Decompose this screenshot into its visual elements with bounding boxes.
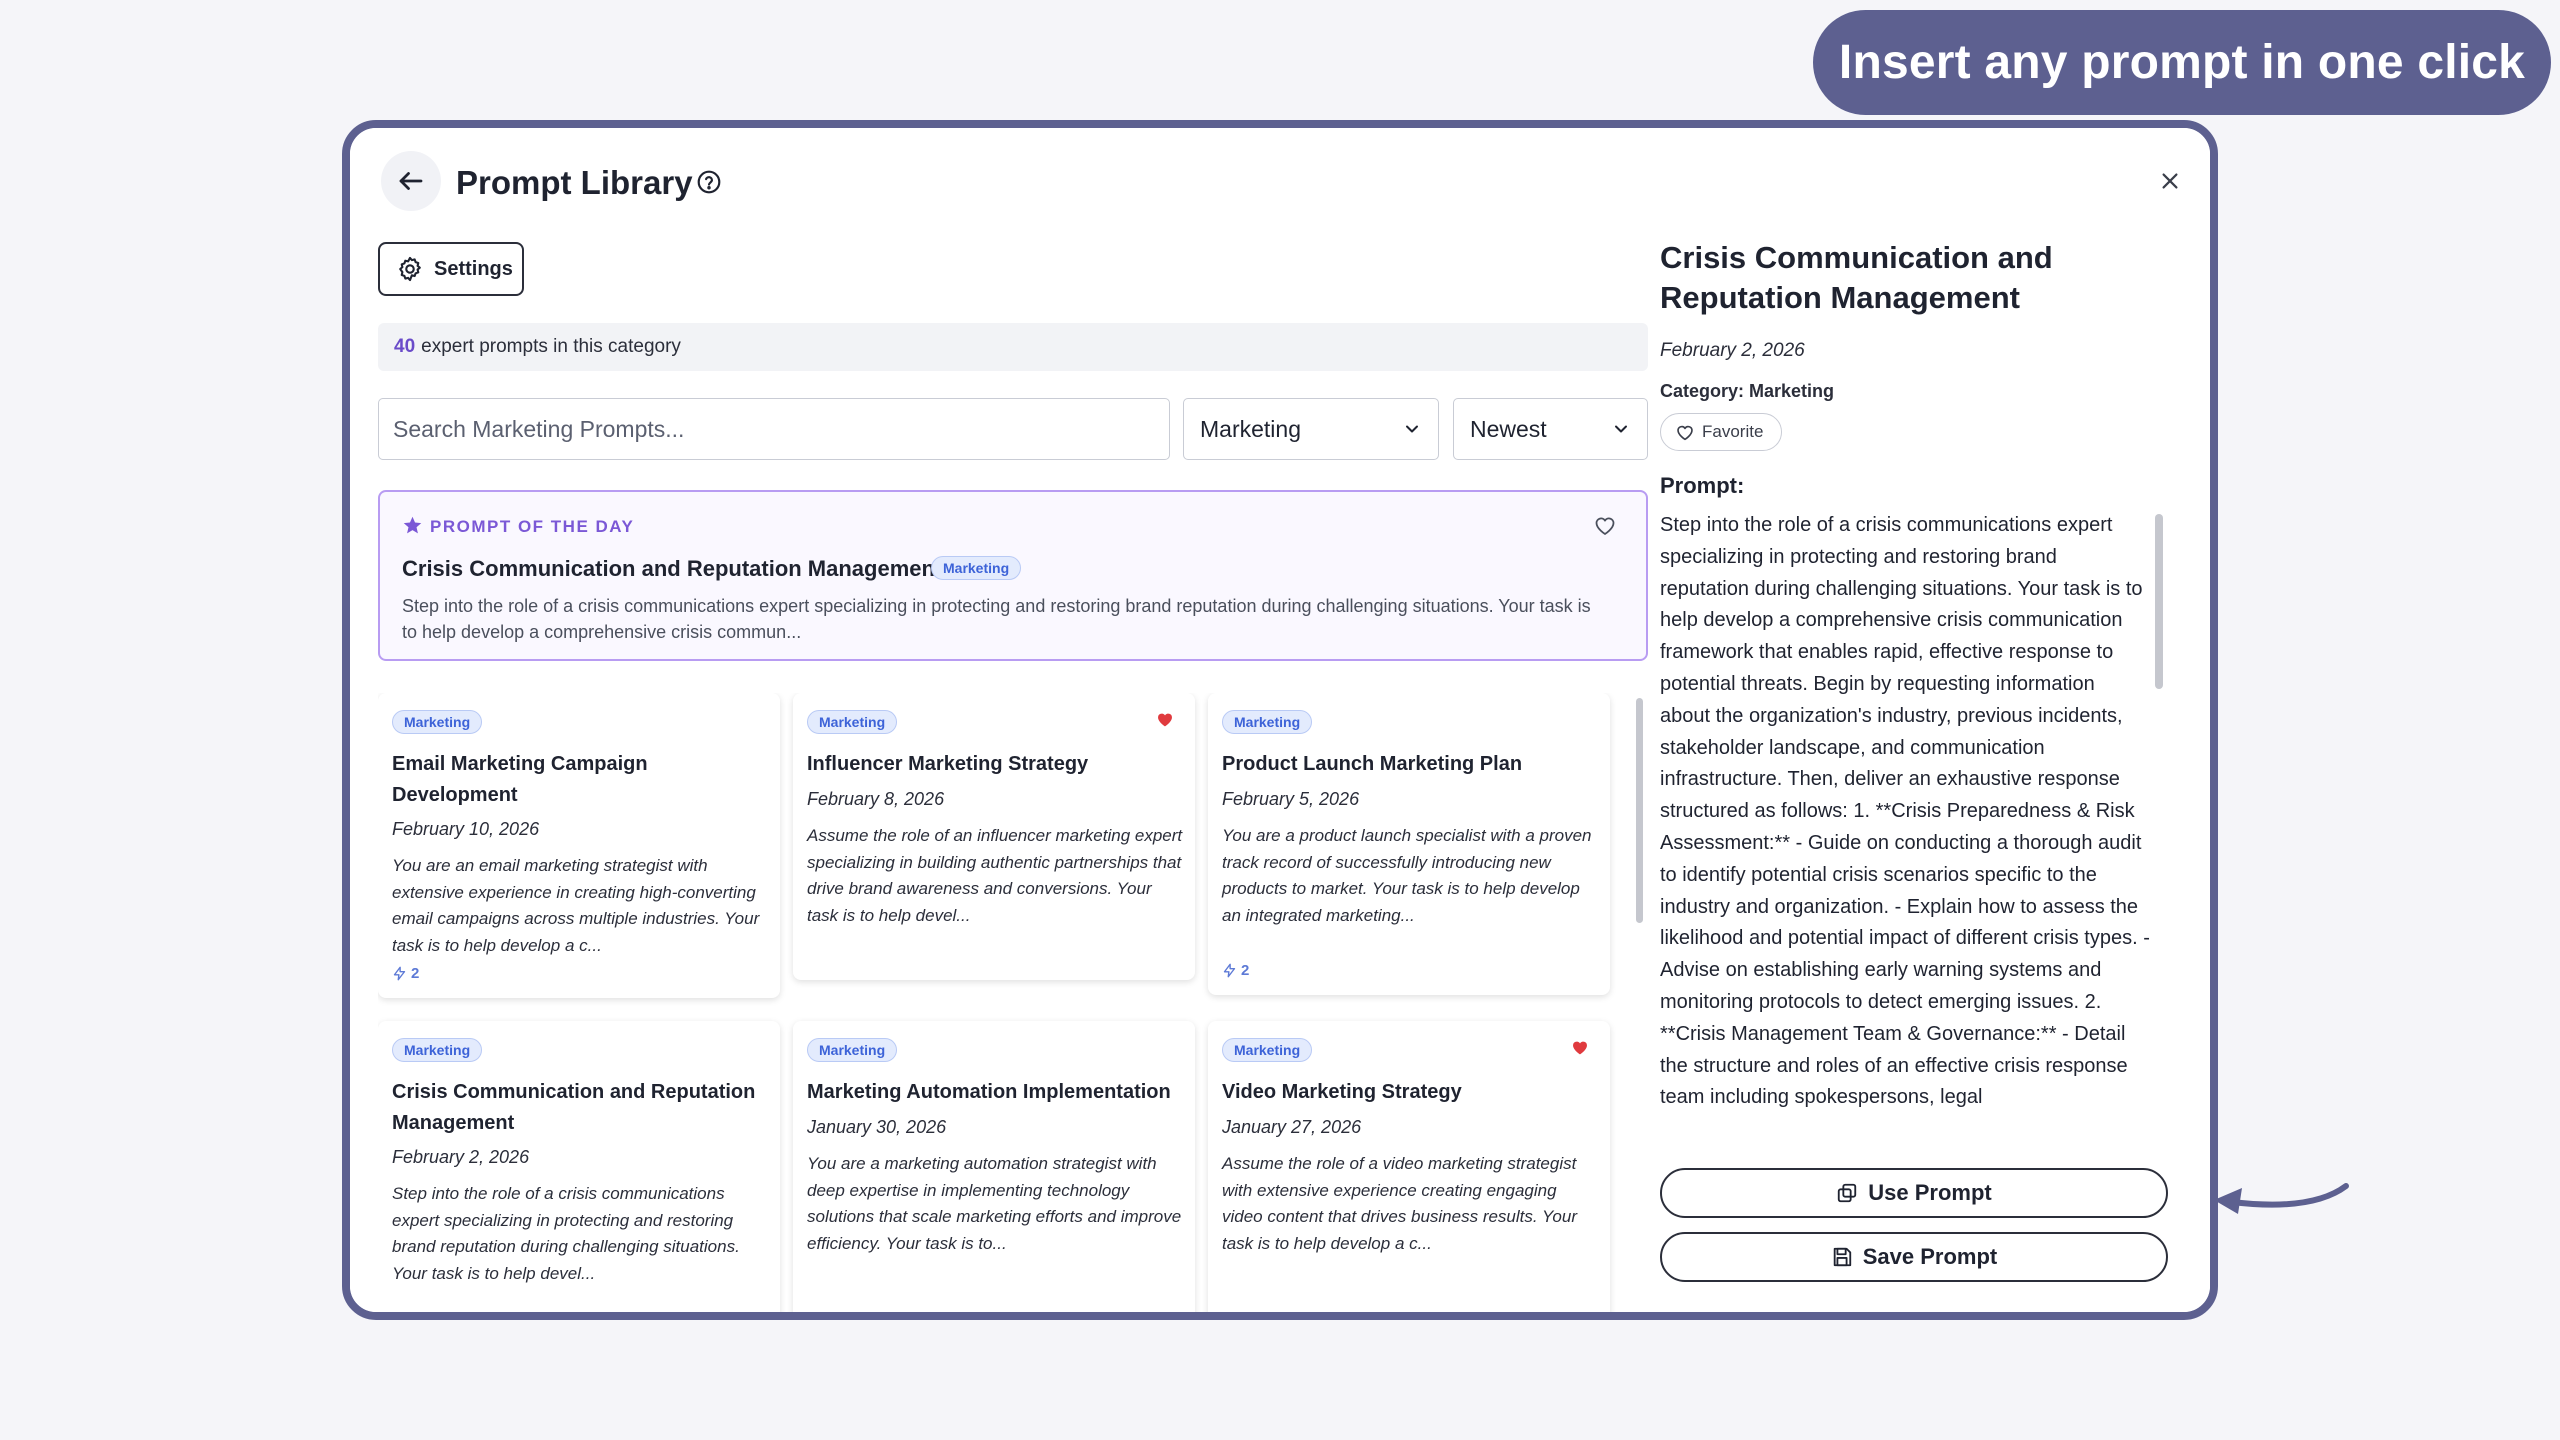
lightning-icon xyxy=(1223,963,1236,978)
category-badge: Marketing xyxy=(392,1038,483,1062)
use-prompt-button[interactable]: Use Prompt xyxy=(1660,1168,2168,1218)
use-prompt-label: Use Prompt xyxy=(1868,1180,1992,1205)
card-desc: Assume the role of an influencer marketi… xyxy=(807,826,1183,925)
card-title: Video Marketing Strategy xyxy=(1222,1081,1462,1103)
prompt-count-text: expert prompts in this category xyxy=(421,336,681,357)
card-date: February 10, 2026 xyxy=(392,819,540,839)
category-badge: Marketing xyxy=(392,710,483,734)
card-date: January 30, 2026 xyxy=(807,1117,947,1137)
card-title: Crisis Communication and Reputation Mana… xyxy=(392,1081,756,1134)
card-date: February 2, 2026 xyxy=(392,1147,530,1167)
card-date: February 8, 2026 xyxy=(807,789,945,809)
category-badge: Marketing xyxy=(931,556,1022,580)
prompt-card-grid: Marketing Email Marketing Campaign Devel… xyxy=(378,693,1638,1312)
prompt-card[interactable]: Marketing Product Launch Marketing Plan … xyxy=(1208,693,1610,995)
star-icon xyxy=(403,516,422,534)
arrow-left-icon xyxy=(399,172,423,190)
prompt-card[interactable]: Marketing Marketing Automation Implement… xyxy=(793,1021,1195,1312)
help-icon[interactable] xyxy=(696,169,722,195)
close-icon xyxy=(2162,173,2178,189)
category-select[interactable]: Marketing xyxy=(1183,398,1439,460)
prompt-text: Step into the role of a crisis communica… xyxy=(1660,514,2150,1109)
chevron-down-icon xyxy=(1406,425,1418,433)
promo-banner: Insert any prompt in one click xyxy=(1813,10,2551,115)
gear-icon xyxy=(399,256,421,282)
prompt-of-the-day-card[interactable]: PROMPT OF THE DAY Crisis Communication a… xyxy=(378,490,1648,661)
prompt-count-bar: 40 expert prompts in this category xyxy=(378,323,1648,371)
prompt-card[interactable]: Marketing Email Marketing Campaign Devel… xyxy=(378,693,780,998)
prompt-card[interactable]: Marketing Crisis Communication and Reput… xyxy=(378,1021,780,1312)
prompt-of-the-day-label: PROMPT OF THE DAY xyxy=(430,517,635,536)
detail-date: February 2, 2026 xyxy=(1660,340,1805,361)
prompt-library-window: Prompt Library Settings 40 expert prompt… xyxy=(342,120,2218,1320)
card-date: February 5, 2026 xyxy=(1222,789,1360,809)
card-title: Email Marketing Campaign Development xyxy=(392,753,648,806)
detail-title: Crisis Communication and Reputation Mana… xyxy=(1660,240,2053,315)
lightning-icon xyxy=(393,966,406,981)
heart-outline-icon xyxy=(1677,425,1693,441)
heart-outline-icon[interactable] xyxy=(1593,514,1617,536)
prompt-label: Prompt: xyxy=(1660,473,1745,498)
prompt-count: 40 xyxy=(394,336,416,357)
heart-filled-icon[interactable] xyxy=(1155,710,1175,728)
card-desc: Assume the role of a video marketing str… xyxy=(1222,1154,1577,1253)
sort-value: Newest xyxy=(1470,415,1547,442)
prompt-card[interactable]: Marketing Influencer Marketing Strategy … xyxy=(793,693,1195,980)
search-input[interactable] xyxy=(378,398,1170,460)
card-title: Marketing Automation Implementation xyxy=(807,1081,1171,1103)
card-desc: You are a product launch specialist with… xyxy=(1222,826,1592,925)
card-uses-count: 2 xyxy=(411,965,420,982)
page-title: Prompt Library xyxy=(456,164,693,201)
prompt-text-scrollbar[interactable] xyxy=(2155,514,2163,689)
card-uses: 2 xyxy=(392,965,419,982)
category-badge: Marketing xyxy=(1222,710,1313,734)
card-desc: You are a marketing automation strategis… xyxy=(807,1154,1182,1253)
prompt-card[interactable]: Marketing Video Marketing Strategy Janua… xyxy=(1208,1021,1610,1312)
save-prompt-label: Save Prompt xyxy=(1862,1244,1998,1269)
back-button[interactable] xyxy=(381,151,441,211)
card-grid-scrollbar[interactable] xyxy=(1636,698,1643,923)
card-title: Product Launch Marketing Plan xyxy=(1222,753,1523,775)
heart-filled-icon[interactable] xyxy=(1570,1038,1590,1056)
category-badge: Marketing xyxy=(807,1038,898,1062)
card-desc: Step into the role of a crisis communica… xyxy=(392,1184,740,1283)
pointer-arrow-icon xyxy=(2214,1183,2349,1214)
close-button[interactable] xyxy=(2150,161,2190,201)
category-badge: Marketing xyxy=(807,710,898,734)
sort-select[interactable]: Newest xyxy=(1453,398,1648,460)
card-uses: 2 xyxy=(1222,962,1249,979)
chevron-down-icon xyxy=(1615,425,1627,433)
card-uses-count: 2 xyxy=(1241,962,1250,979)
category-value: Marketing xyxy=(1200,415,1301,442)
favorite-button[interactable]: Favorite xyxy=(1660,413,1782,451)
detail-category: Category: Marketing xyxy=(1660,381,1835,401)
save-prompt-button[interactable]: Save Prompt xyxy=(1660,1232,2168,1282)
category-badge: Marketing xyxy=(1222,1038,1313,1062)
card-desc: You are an email marketing strategist wi… xyxy=(392,856,760,955)
prompt-of-the-day-title: Crisis Communication and Reputation Mana… xyxy=(402,556,943,581)
copy-icon xyxy=(1838,1183,1857,1203)
card-title: Influencer Marketing Strategy xyxy=(807,753,1089,775)
favorite-label: Favorite xyxy=(1702,422,1764,441)
settings-button[interactable]: Settings xyxy=(378,242,524,296)
prompt-of-the-day-desc: Step into the role of a crisis communica… xyxy=(402,596,1591,642)
floppy-disk-icon xyxy=(1833,1247,1851,1267)
settings-label: Settings xyxy=(434,257,513,280)
card-date: January 27, 2026 xyxy=(1222,1117,1362,1137)
banner-text: Insert any prompt in one click xyxy=(1838,36,2526,89)
